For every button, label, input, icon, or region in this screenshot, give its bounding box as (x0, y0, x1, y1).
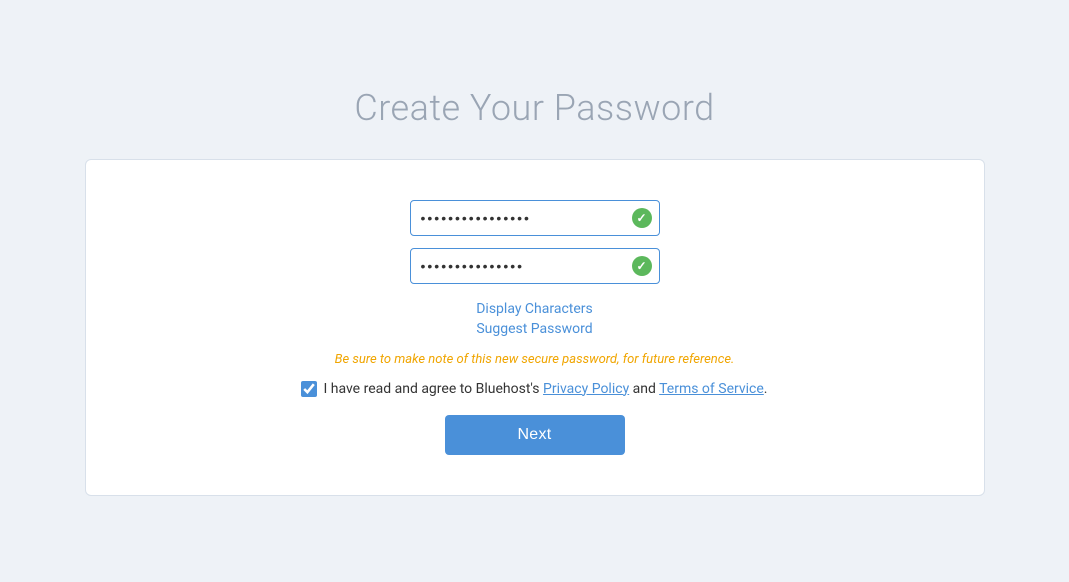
password-links: Display Characters Suggest Password (476, 300, 593, 338)
page-title: Create Your Password (354, 87, 714, 129)
display-characters-link[interactable]: Display Characters (476, 300, 593, 318)
password-field-2-wrapper (410, 248, 660, 284)
agree-text-after: . (764, 381, 768, 397)
suggest-password-link[interactable]: Suggest Password (476, 320, 592, 338)
password-1-check-icon (632, 208, 652, 228)
agree-row: I have read and agree to Bluehost's Priv… (301, 381, 767, 397)
terms-of-service-link[interactable]: Terms of Service (659, 381, 764, 397)
password-input-1[interactable] (410, 200, 660, 236)
next-button[interactable]: Next (445, 415, 625, 455)
agree-label: I have read and agree to Bluehost's Priv… (323, 381, 767, 397)
password-card: Display Characters Suggest Password Be s… (85, 159, 985, 496)
agree-text-mid: and (629, 381, 659, 397)
password-2-check-icon (632, 256, 652, 276)
password-warning: Be sure to make note of this new secure … (335, 352, 735, 367)
agree-checkbox[interactable] (301, 381, 317, 397)
password-input-2[interactable] (410, 248, 660, 284)
privacy-policy-link[interactable]: Privacy Policy (543, 381, 629, 397)
password-field-1-wrapper (410, 200, 660, 236)
agree-text-before: I have read and agree to Bluehost's (323, 381, 543, 397)
